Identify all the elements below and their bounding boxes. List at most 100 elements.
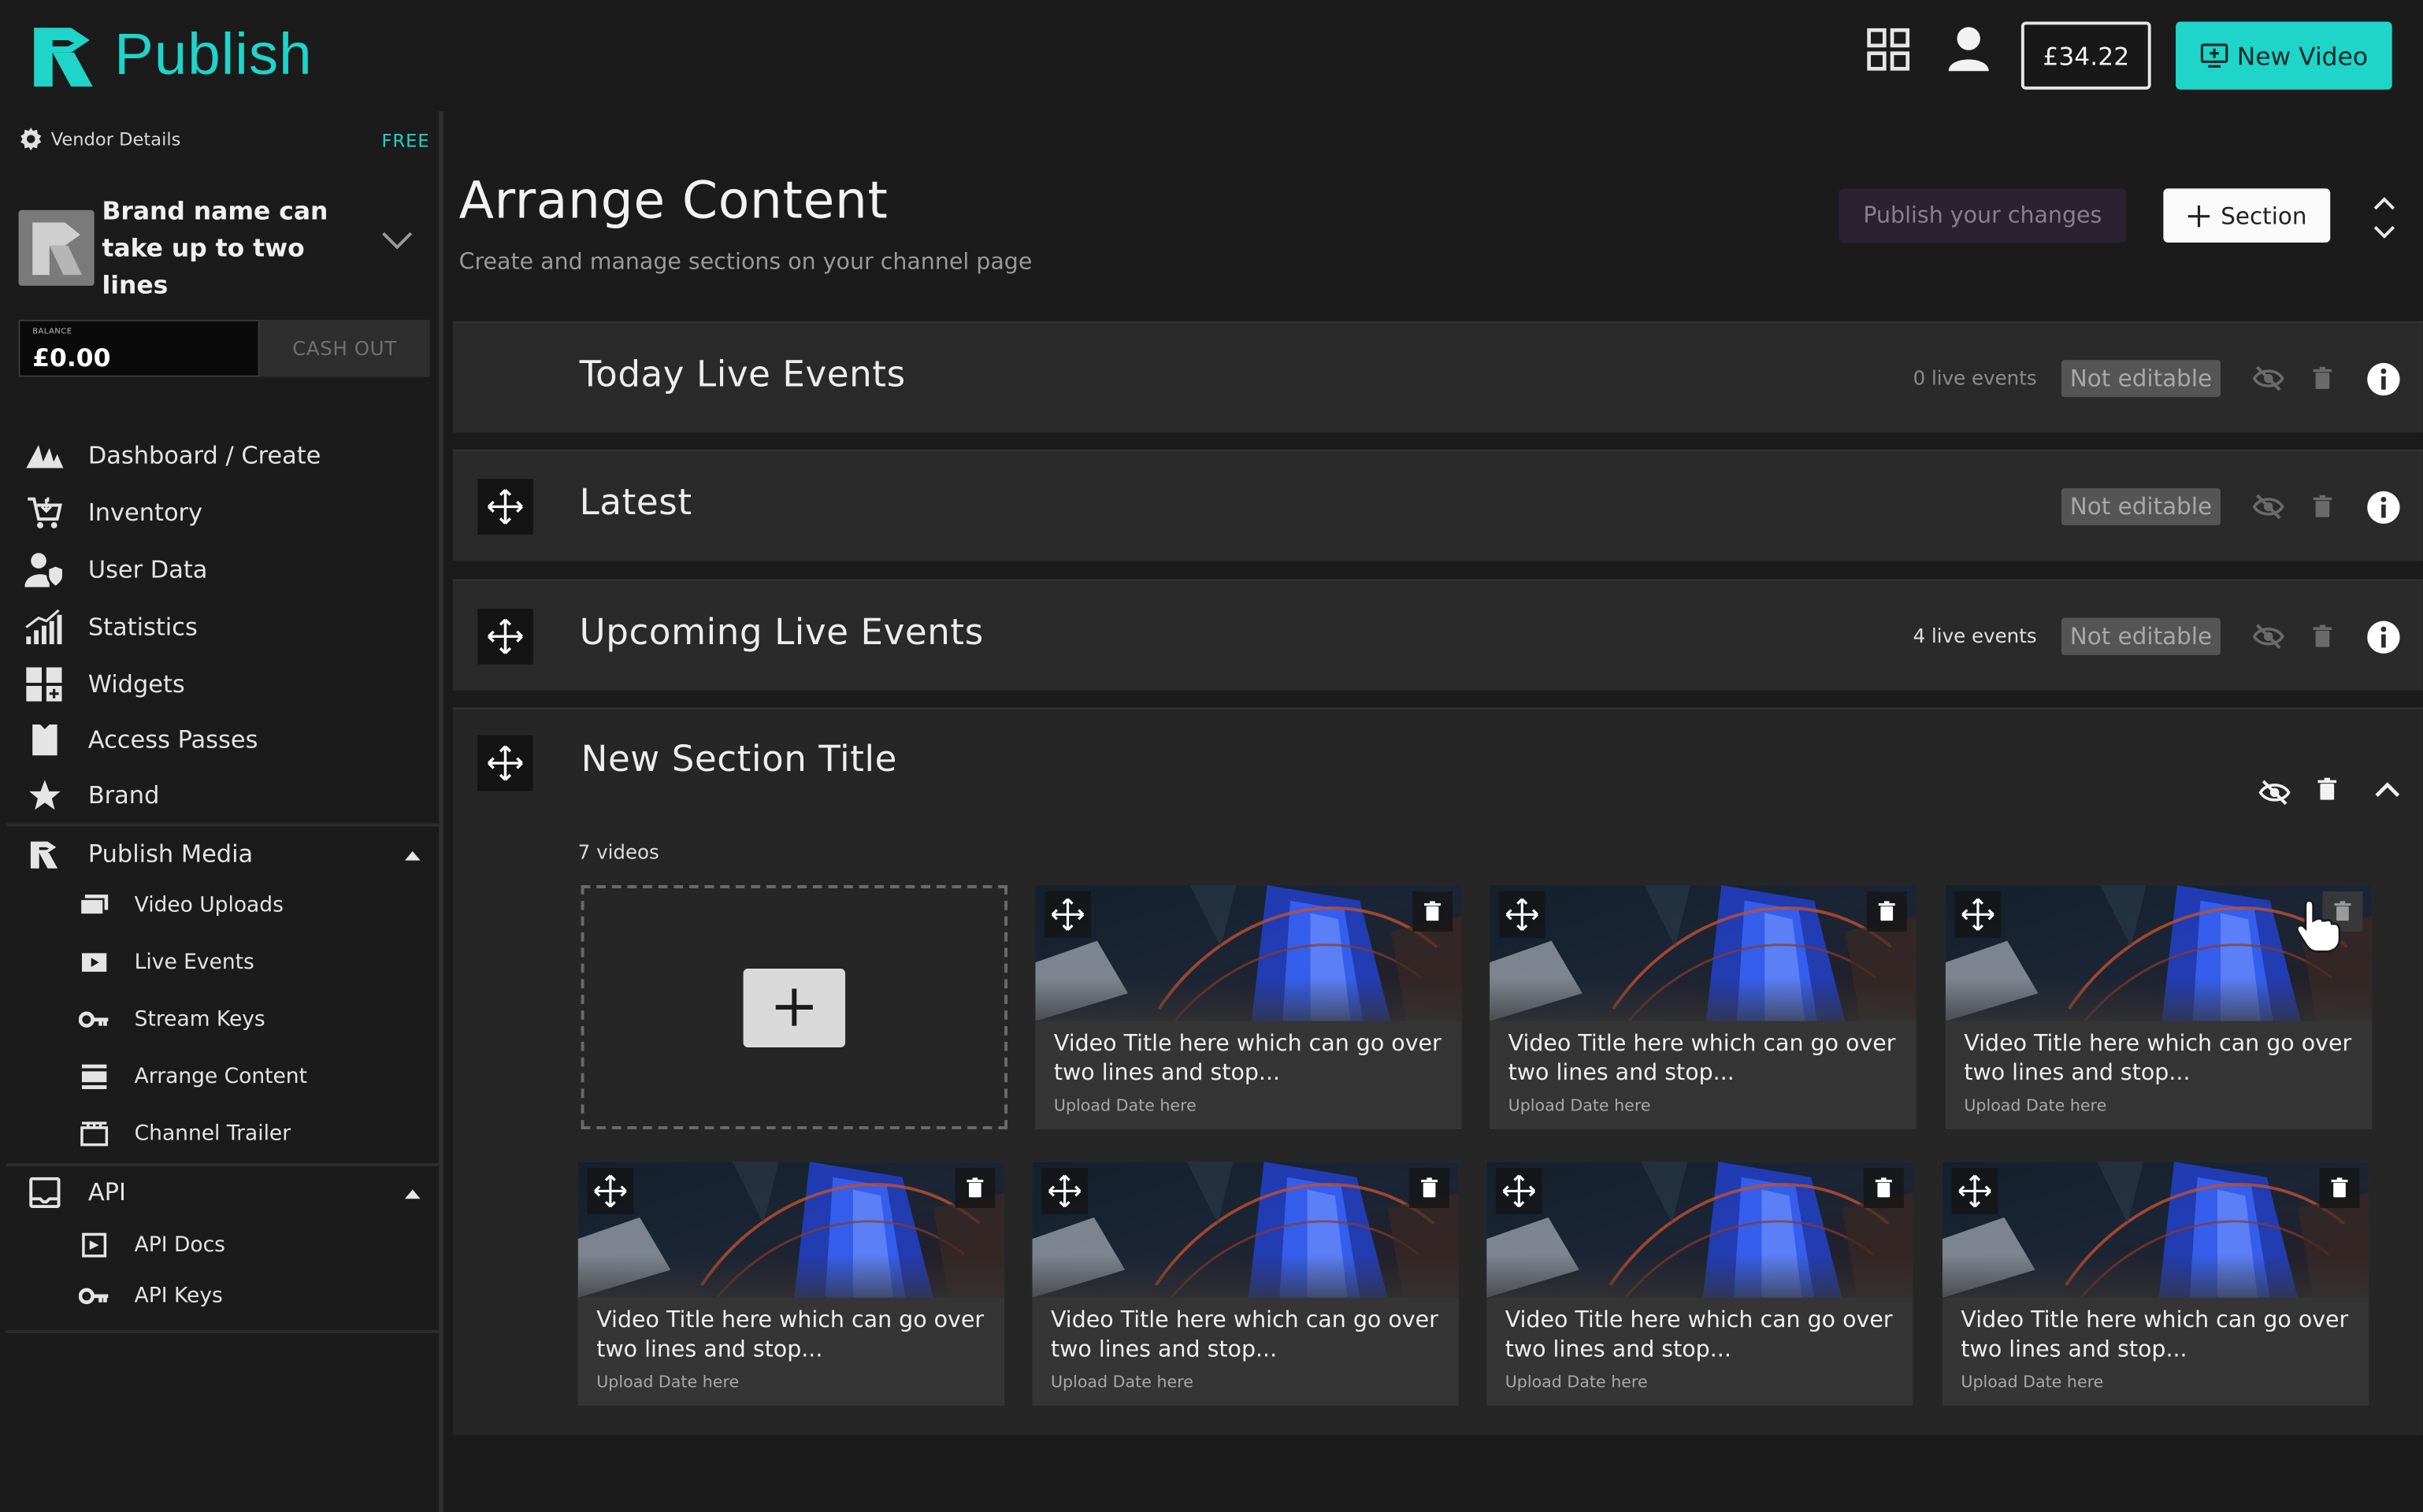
section-new-section-title: New Section Title 7 videos Video Title h… xyxy=(452,707,2423,1436)
sidebar-item-label: Live Events xyxy=(134,950,254,975)
video-upload-date: Upload Date here xyxy=(1053,1096,1197,1116)
not-editable-badge: Not editable xyxy=(2061,617,2221,655)
add-section-button[interactable]: Section xyxy=(2163,188,2331,243)
trash-icon[interactable] xyxy=(955,1168,996,1209)
add-video-button[interactable] xyxy=(743,968,846,1047)
trash-icon[interactable] xyxy=(2312,771,2343,808)
chevron-down-icon[interactable] xyxy=(380,230,414,251)
section-title[interactable]: New Section Title xyxy=(581,740,897,780)
visibility-off-icon[interactable] xyxy=(2250,618,2287,655)
info-icon[interactable] xyxy=(2364,360,2401,397)
chart-icon xyxy=(24,609,65,646)
vendor-details-link[interactable]: Vendor Details xyxy=(19,127,180,151)
expand-collapse-icon[interactable] xyxy=(2367,191,2401,244)
trash-icon[interactable] xyxy=(1412,891,1453,932)
section-title: Latest xyxy=(579,484,692,524)
sidebar-group-publish-media[interactable]: Publish Media xyxy=(24,831,421,877)
video-title: Video Title here which can go over two l… xyxy=(1961,1308,2349,1363)
drag-handle-icon[interactable] xyxy=(477,608,533,665)
sidebar-item-dashboard[interactable]: Dashboard / Create xyxy=(24,432,321,479)
plan-badge: FREE xyxy=(381,129,430,152)
drag-handle-icon[interactable] xyxy=(1951,1168,1998,1214)
drag-handle-icon[interactable] xyxy=(477,479,533,535)
sidebar-item-label: Arrange Content xyxy=(134,1064,307,1089)
caret-up-icon xyxy=(404,1189,421,1199)
balance-button[interactable]: £34.22 xyxy=(2020,21,2151,90)
sidebar-group-label: Publish Media xyxy=(87,840,254,869)
chevron-up-icon[interactable] xyxy=(2369,771,2406,808)
page-subtitle: Create and manage sections on your chann… xyxy=(458,250,1033,276)
sidebar-group-api[interactable]: API xyxy=(24,1169,421,1216)
caret-up-icon xyxy=(404,850,421,861)
trash-icon[interactable] xyxy=(1866,891,1907,932)
visibility-off-icon[interactable] xyxy=(2250,488,2287,525)
sidebar-item-label: Widgets xyxy=(87,670,185,699)
add-video-tile[interactable] xyxy=(581,885,1008,1130)
clapper-icon xyxy=(77,1120,111,1147)
brand-switcher[interactable]: Brand name can take up to two lines xyxy=(18,195,417,299)
sidebar-item-channel-trailer[interactable]: Channel Trailer xyxy=(77,1114,291,1154)
balance-label: BALANCE xyxy=(32,327,72,337)
video-card[interactable]: Video Title here which can go over two l… xyxy=(1942,1162,2369,1406)
sidebar-item-video-uploads[interactable]: Video Uploads xyxy=(77,885,284,925)
info-icon[interactable] xyxy=(2364,618,2401,655)
sidebar-item-inventory[interactable]: Inventory xyxy=(24,490,202,536)
logo[interactable]: Publish xyxy=(28,19,312,93)
publish-changes-button[interactable]: Publish your changes xyxy=(1839,188,2127,243)
drag-handle-icon[interactable] xyxy=(477,735,533,791)
video-card[interactable]: Video Title here which can go over two l… xyxy=(1490,885,1917,1130)
sidebar-item-api-keys[interactable]: API Keys xyxy=(77,1276,223,1316)
drag-handle-icon[interactable] xyxy=(1045,891,1091,938)
visibility-off-icon[interactable] xyxy=(2250,360,2287,397)
video-card[interactable]: Video Title here which can go over two l… xyxy=(1486,1162,1913,1406)
section-latest: Latest Not editable xyxy=(452,449,2423,561)
drag-handle-icon[interactable] xyxy=(587,1168,634,1214)
video-card[interactable]: Video Title here which can go over two l… xyxy=(577,1162,1005,1406)
sidebar-item-brand[interactable]: Brand xyxy=(24,773,159,819)
video-card[interactable]: Video Title here which can go over two l… xyxy=(1032,1162,1459,1406)
apps-grid-icon[interactable] xyxy=(1867,28,1910,71)
add-video-icon xyxy=(2200,43,2228,68)
sidebar-group-label: API xyxy=(87,1178,126,1207)
info-icon[interactable] xyxy=(2364,488,2401,525)
sidebar-item-api-docs[interactable]: API Docs xyxy=(77,1225,225,1266)
drag-handle-icon[interactable] xyxy=(1954,891,2002,938)
sidebar-item-stream-keys[interactable]: Stream Keys xyxy=(77,999,265,1040)
sidebar-item-label: Statistics xyxy=(87,613,198,642)
video-upload-date: Upload Date here xyxy=(596,1373,740,1392)
sidebar-item-statistics[interactable]: Statistics xyxy=(24,604,198,650)
not-editable-badge: Not editable xyxy=(2061,487,2221,525)
user-icon[interactable] xyxy=(1947,26,1991,72)
video-card[interactable]: Video Title here which can go over two l… xyxy=(1035,885,1462,1130)
plus-icon xyxy=(775,988,813,1026)
events-count: 0 live events xyxy=(1913,365,2037,390)
brand-logo-icon xyxy=(32,222,82,276)
trash-icon[interactable] xyxy=(2319,1168,2360,1209)
gear-icon xyxy=(20,128,42,150)
video-count: 7 videos xyxy=(577,840,659,864)
trash-icon[interactable] xyxy=(2307,360,2338,397)
drag-handle-icon[interactable] xyxy=(1495,1168,1542,1214)
cash-out-button[interactable]: CASH OUT xyxy=(259,320,430,377)
sidebar-item-label: Brand xyxy=(87,781,160,810)
trash-icon[interactable] xyxy=(2307,488,2338,525)
trash-icon[interactable] xyxy=(1863,1168,1904,1209)
sidebar-item-user-data[interactable]: User Data xyxy=(24,547,207,593)
section-today-live-events: Today Live Events 0 live events Not edit… xyxy=(452,321,2423,433)
sidebar-item-label: Access Passes xyxy=(87,725,258,754)
drag-handle-icon[interactable] xyxy=(1041,1168,1089,1214)
sidebar-item-widgets[interactable]: Widgets xyxy=(24,662,185,708)
trash-icon[interactable] xyxy=(2307,618,2338,655)
sidebar-item-access-passes[interactable]: Access Passes xyxy=(24,717,258,763)
video-title: Video Title here which can go over two l… xyxy=(1505,1308,1893,1363)
trash-icon[interactable] xyxy=(1409,1168,1450,1209)
sidebar-item-arrange-content[interactable]: Arrange Content xyxy=(77,1057,307,1097)
video-card[interactable]: Video Title here which can go over two l… xyxy=(1945,885,2373,1130)
sidebar-item-live-events[interactable]: Live Events xyxy=(77,943,254,983)
drag-handle-icon[interactable] xyxy=(1498,891,1545,938)
sidebar-item-label: Dashboard / Create xyxy=(87,442,321,470)
arrange-icon xyxy=(77,1063,111,1091)
visibility-off-icon[interactable] xyxy=(2256,774,2293,811)
publish-changes-label: Publish your changes xyxy=(1863,202,2102,228)
new-video-button[interactable]: New Video xyxy=(2176,21,2392,90)
